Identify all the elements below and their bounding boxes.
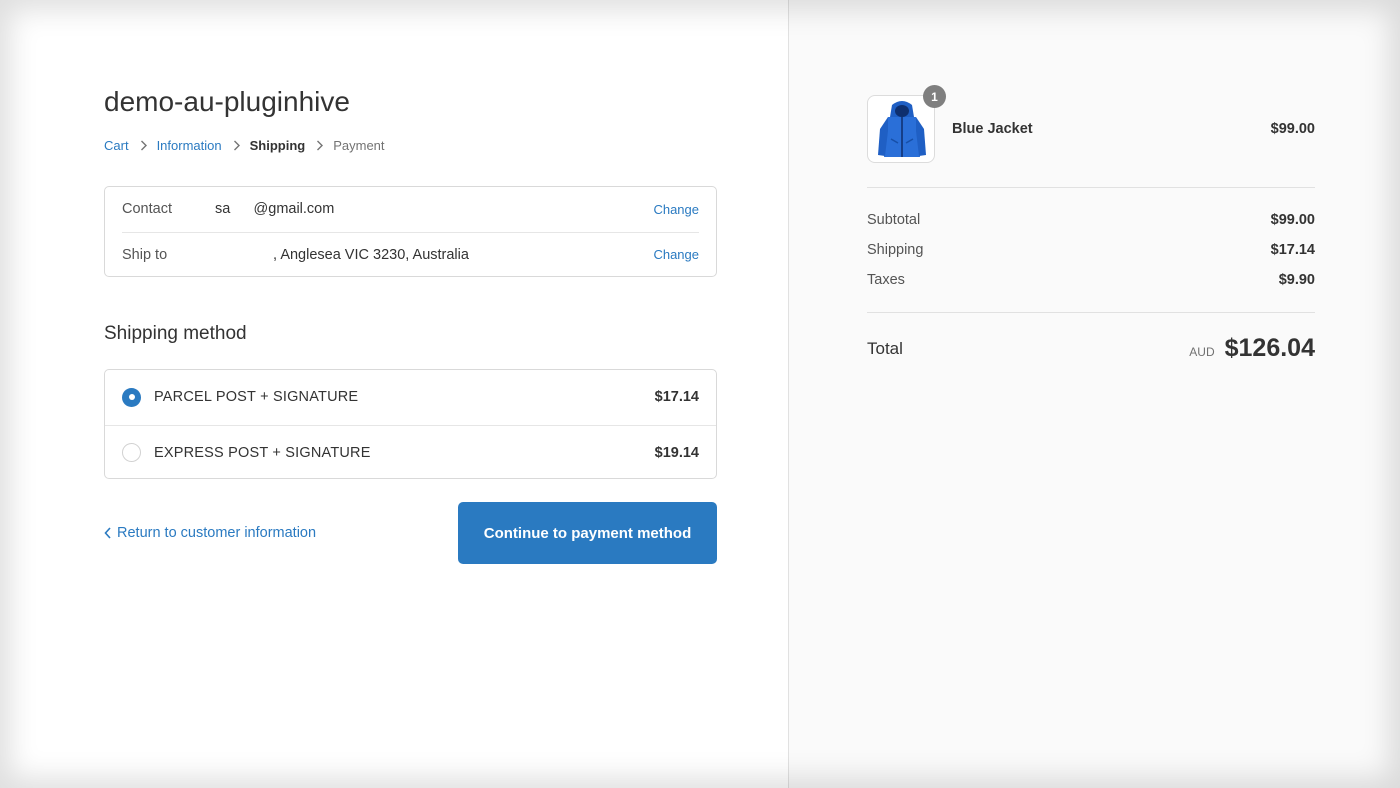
shop-title[interactable]: demo-au-pluginhive [104,86,350,118]
shipping-option-express-post[interactable]: EXPRESS POST + SIGNATURE $19.14 [105,425,716,479]
return-to-information-link[interactable]: Return to customer information [104,525,316,541]
ship-to-label: Ship to [122,246,168,263]
review-block: Contact sa @gmail.com Change Ship to , A… [104,186,717,277]
chevron-right-icon [316,140,324,151]
contact-label: Contact [122,201,172,217]
taxes-row: Taxes $9.90 [867,272,1315,288]
breadcrumb-information[interactable]: Information [157,138,222,153]
continue-to-payment-button[interactable]: Continue to payment method [458,502,717,564]
shipping-option-price: $17.14 [654,389,699,405]
subtotal-label: Subtotal [867,212,921,228]
contact-value: sa @gmail.com [215,201,335,217]
shipping-option-parcel-post[interactable]: PARCEL POST + SIGNATURE $17.14 [105,370,716,424]
checkout-main: demo-au-pluginhive Cart Information Ship… [0,0,788,788]
change-contact-link[interactable]: Change [653,202,699,217]
change-address-link[interactable]: Change [653,247,699,262]
product-name: Blue Jacket [952,121,1033,137]
chevron-left-icon [104,527,111,539]
product-price: $99.00 [1270,121,1315,137]
chevron-right-icon [140,140,148,151]
taxes-value: $9.90 [1278,272,1315,288]
quantity-badge: 1 [923,85,946,108]
product-thumbnail: 1 [867,85,946,163]
order-line-item: 1 Blue Jacket $99.00 [867,85,1315,163]
breadcrumb-cart[interactable]: Cart [104,138,129,153]
breadcrumb-shipping: Shipping [249,138,306,153]
subtotal-row: Subtotal $99.00 [867,212,1315,228]
shipping-option-name: PARCEL POST + SIGNATURE [154,389,359,405]
review-row-contact: Contact sa @gmail.com Change [122,187,699,231]
shipping-method-list: PARCEL POST + SIGNATURE $17.14 EXPRESS P… [104,369,717,479]
radio-selected-icon[interactable] [122,387,141,407]
total-amount: $126.04 [1224,334,1315,362]
shipping-method-title: Shipping method [104,323,247,344]
shipping-row: Shipping $17.14 [867,242,1315,258]
ship-to-value: , Anglesea VIC 3230, Australia [215,246,469,263]
currency-code: AUD [1189,345,1215,359]
shipping-label: Shipping [867,242,924,258]
breadcrumb-payment: Payment [333,138,385,153]
subtotal-value: $99.00 [1270,212,1315,228]
chevron-right-icon [233,140,241,151]
shipping-value: $17.14 [1270,242,1315,258]
jacket-product-image [878,101,926,157]
shipping-option-name: EXPRESS POST + SIGNATURE [154,444,371,461]
shipping-option-price: $19.14 [654,444,699,461]
radio-unselected-icon[interactable] [122,443,141,462]
total-divider [867,312,1315,313]
return-link-label[interactable]: Return to customer information [117,525,316,541]
review-row-ship-to: Ship to , Anglesea VIC 3230, Australia C… [122,232,699,276]
total-amount-group: AUD $126.04 [1189,334,1315,363]
breadcrumb: Cart Information Shipping Payment [104,138,385,153]
taxes-label: Taxes [867,272,905,288]
total-label: Total [867,338,903,358]
summary-divider [867,187,1315,188]
total-row: Total AUD $126.04 [867,334,1315,363]
